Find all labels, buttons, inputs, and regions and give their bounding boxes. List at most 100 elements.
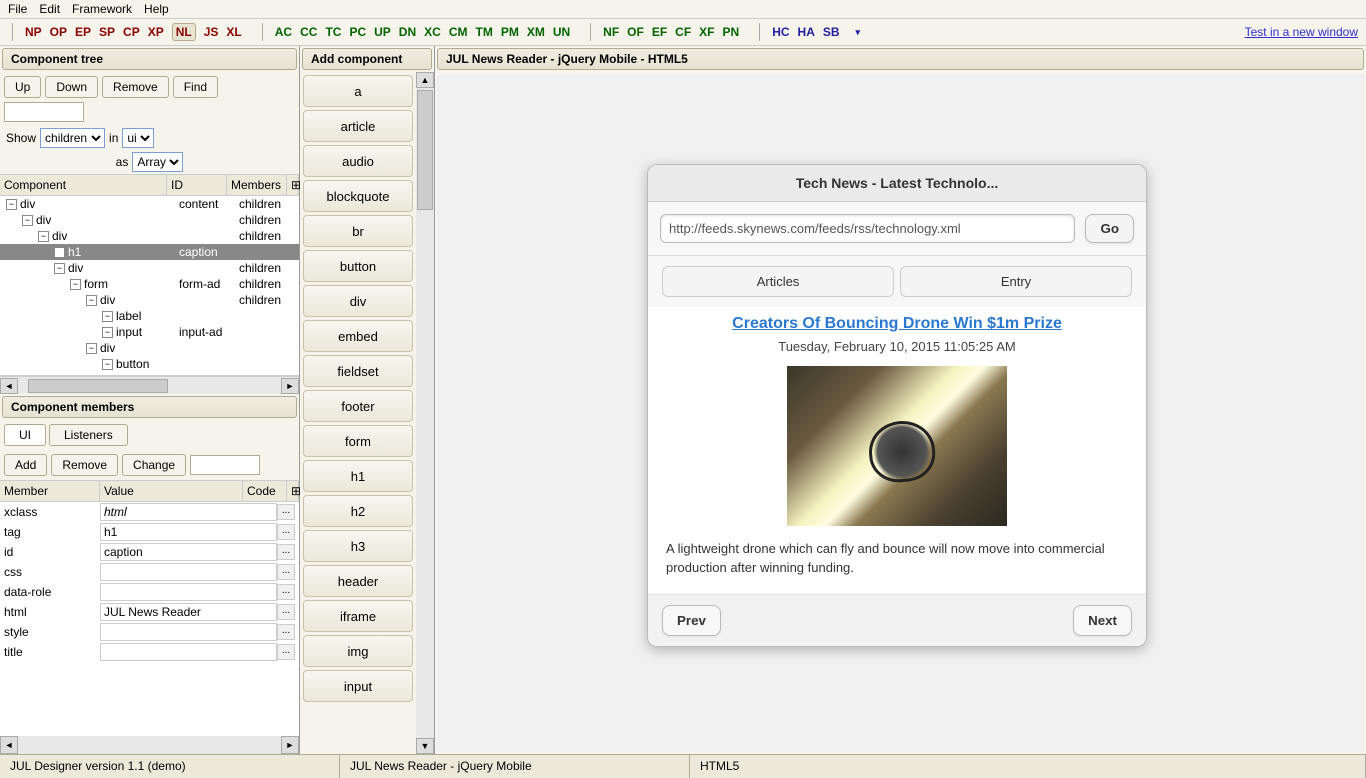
preview-canvas[interactable]: Tech News - Latest Technolo... Go Articl… — [437, 74, 1364, 752]
in-select[interactable]: ui — [122, 128, 154, 148]
add-item-fieldset[interactable]: fieldset — [303, 355, 413, 387]
scroll-up-icon[interactable]: ▲ — [416, 72, 434, 88]
toolbar-ha[interactable]: HA — [798, 25, 815, 39]
scroll-left-icon[interactable]: ◄ — [0, 736, 18, 754]
member-filter-input[interactable] — [190, 455, 260, 475]
add-item-h2[interactable]: h2 — [303, 495, 413, 527]
tree-row[interactable]: − button — [0, 356, 299, 372]
member-code-button[interactable]: ... — [277, 564, 295, 580]
member-row[interactable]: title... — [0, 642, 299, 662]
expand-icon[interactable]: − — [102, 327, 113, 338]
member-row[interactable]: xclass... — [0, 502, 299, 522]
scroll-left-icon[interactable]: ◄ — [0, 378, 18, 394]
expand-icon[interactable]: − — [70, 279, 81, 290]
toolbar-cf[interactable]: CF — [675, 25, 691, 39]
toolbar-xl[interactable]: XL — [226, 25, 241, 39]
toolbar-pm[interactable]: PM — [501, 25, 519, 39]
add-item-audio[interactable]: audio — [303, 145, 413, 177]
toolbar-xm[interactable]: XM — [527, 25, 545, 39]
find-input[interactable] — [4, 102, 84, 122]
prev-button[interactable]: Prev — [662, 605, 721, 636]
add-item-h3[interactable]: h3 — [303, 530, 413, 562]
member-value-input[interactable] — [100, 523, 277, 541]
left-bottom-scroll[interactable]: ◄ ► — [0, 736, 299, 754]
toolbar-sp[interactable]: SP — [99, 25, 115, 39]
toolbar-cp[interactable]: CP — [123, 25, 140, 39]
add-item-iframe[interactable]: iframe — [303, 600, 413, 632]
toolbar-sb[interactable]: SB — [823, 25, 840, 39]
add-item-article[interactable]: article — [303, 110, 413, 142]
article-headline-link[interactable]: Creators Of Bouncing Drone Win $1m Prize — [666, 315, 1128, 333]
menu-framework[interactable]: Framework — [72, 2, 132, 16]
member-row[interactable]: html... — [0, 602, 299, 622]
tree-hscroll[interactable]: ◄ ► — [0, 376, 299, 394]
scroll-thumb[interactable] — [417, 90, 433, 210]
scroll-thumb[interactable] — [28, 379, 168, 393]
feed-url-input[interactable] — [660, 214, 1075, 243]
member-value-input[interactable] — [100, 563, 277, 581]
toolbar-xc[interactable]: XC — [424, 25, 441, 39]
scroll-right-icon[interactable]: ► — [281, 378, 299, 394]
scroll-right-icon[interactable]: ► — [281, 736, 299, 754]
expand-icon[interactable]: − — [6, 199, 17, 210]
tree-row[interactable]: − formform-adchildren — [0, 276, 299, 292]
expand-icon[interactable]: − — [102, 359, 113, 370]
member-remove-button[interactable]: Remove — [51, 454, 118, 476]
add-item-button[interactable]: button — [303, 250, 413, 282]
tree-row[interactable]: − inputinput-ad — [0, 324, 299, 340]
tree-row[interactable]: − divchildren — [0, 212, 299, 228]
go-button[interactable]: Go — [1085, 214, 1134, 243]
expand-icon[interactable]: − — [102, 311, 113, 322]
tree-row[interactable]: − divchildren — [0, 260, 299, 276]
tree-row[interactable]: − label — [0, 308, 299, 324]
tree-body[interactable]: − divcontentchildren− divchildren− divch… — [0, 196, 299, 376]
toolbar-up[interactable]: UP — [374, 25, 391, 39]
tree-row[interactable]: − h1caption — [0, 244, 299, 260]
toolbar-hc[interactable]: HC — [772, 25, 789, 39]
member-row[interactable]: style... — [0, 622, 299, 642]
tree-row[interactable]: − divcontentchildren — [0, 196, 299, 212]
add-item-blockquote[interactable]: blockquote — [303, 180, 413, 212]
tab-listeners[interactable]: Listeners — [49, 424, 128, 446]
member-code-button[interactable]: ... — [277, 644, 295, 660]
next-button[interactable]: Next — [1073, 605, 1132, 636]
test-new-window-link[interactable]: Test in a new window — [1245, 25, 1358, 39]
column-picker-icon[interactable]: ⊞ — [287, 481, 299, 501]
add-vscroll[interactable]: ▲ ▼ — [416, 72, 434, 754]
member-change-button[interactable]: Change — [122, 454, 186, 476]
remove-button[interactable]: Remove — [102, 76, 169, 98]
toolbar-dn[interactable]: DN — [399, 25, 416, 39]
toolbar-ep[interactable]: EP — [75, 25, 91, 39]
toolbar-un[interactable]: UN — [553, 25, 570, 39]
toolbar-tm[interactable]: TM — [475, 25, 492, 39]
add-item-img[interactable]: img — [303, 635, 413, 667]
member-code-button[interactable]: ... — [277, 604, 295, 620]
up-button[interactable]: Up — [4, 76, 41, 98]
add-item-form[interactable]: form — [303, 425, 413, 457]
member-row[interactable]: data-role... — [0, 582, 299, 602]
add-item-br[interactable]: br — [303, 215, 413, 247]
member-code-button[interactable]: ... — [277, 584, 295, 600]
add-item-div[interactable]: div — [303, 285, 413, 317]
toolbar-js[interactable]: JS — [204, 25, 219, 39]
toolbar-ac[interactable]: AC — [275, 25, 292, 39]
member-value-input[interactable] — [100, 603, 277, 621]
expand-icon[interactable]: − — [86, 343, 97, 354]
expand-icon[interactable]: − — [54, 247, 65, 258]
show-select[interactable]: children — [40, 128, 105, 148]
add-item-h1[interactable]: h1 — [303, 460, 413, 492]
toolbar-pn[interactable]: PN — [723, 25, 740, 39]
toolbar-nf[interactable]: NF — [603, 25, 619, 39]
toolbar-xf[interactable]: XF — [699, 25, 714, 39]
add-item-input[interactable]: input — [303, 670, 413, 702]
toolbar-np[interactable]: NP — [25, 25, 42, 39]
member-row[interactable]: id... — [0, 542, 299, 562]
toolbar-tc[interactable]: TC — [325, 25, 341, 39]
menu-file[interactable]: File — [8, 2, 27, 16]
member-value-input[interactable] — [100, 503, 277, 521]
tree-row[interactable]: − divchildren — [0, 228, 299, 244]
member-code-button[interactable]: ... — [277, 524, 295, 540]
tab-entry[interactable]: Entry — [900, 266, 1132, 297]
member-row[interactable]: css... — [0, 562, 299, 582]
member-code-button[interactable]: ... — [277, 544, 295, 560]
